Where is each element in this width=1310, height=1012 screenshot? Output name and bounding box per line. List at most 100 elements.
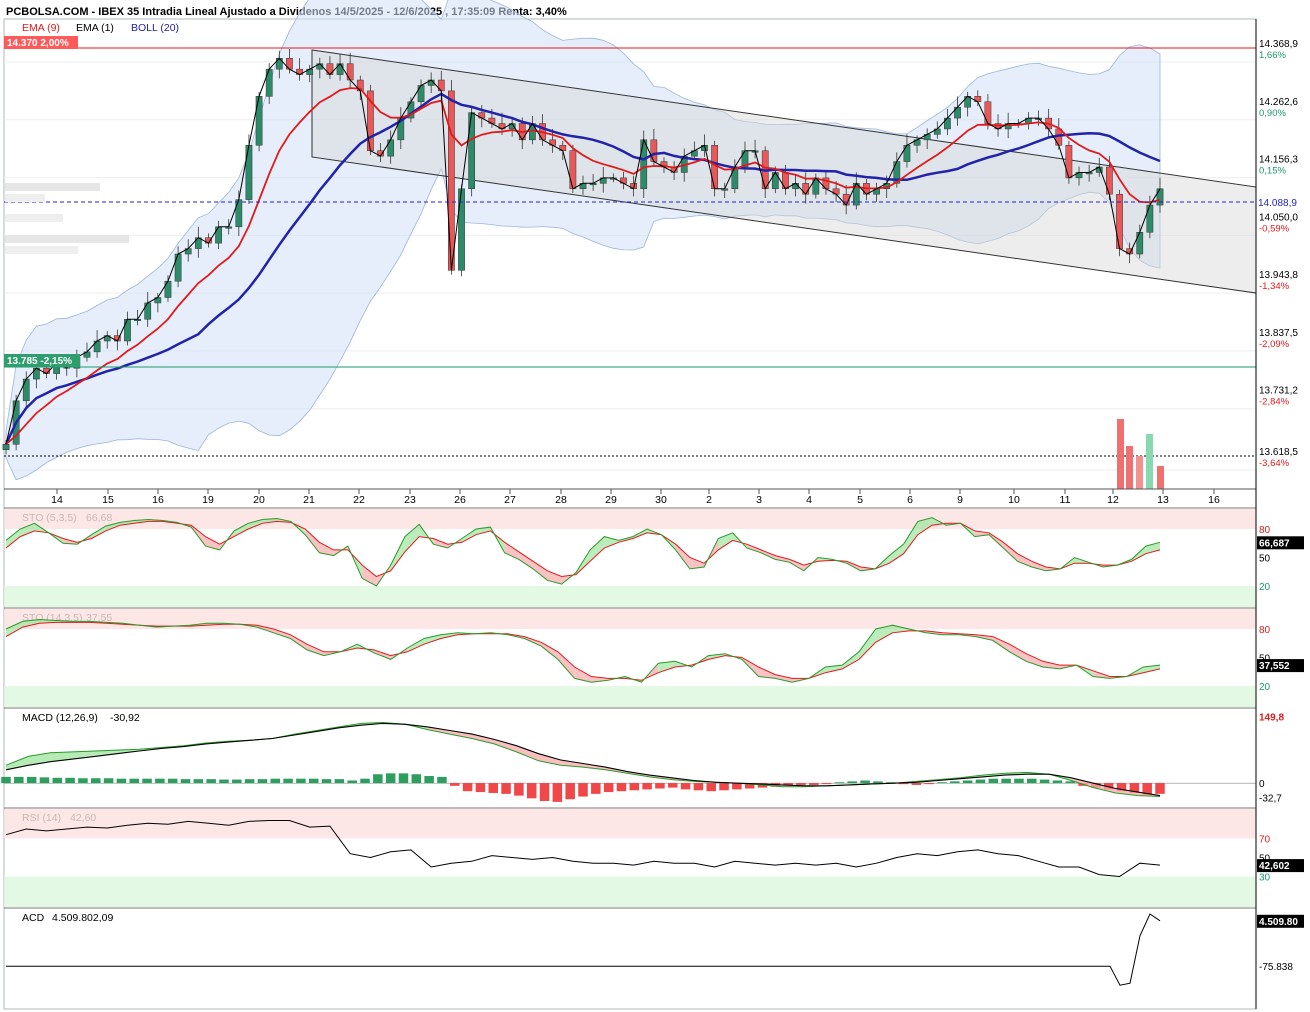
- macd-histogram-bar: [155, 778, 165, 784]
- macd-histogram-bar: [1052, 780, 1063, 784]
- macd-histogram-bar: [360, 778, 370, 784]
- macd-histogram-bar: [308, 778, 319, 784]
- y-tick-pct: 0,15%: [1259, 166, 1286, 177]
- macd-histogram-bar: [283, 778, 293, 784]
- macd-histogram-bar: [565, 783, 575, 800]
- y-tick-pct: 0,90%: [1259, 108, 1286, 119]
- candle-body: [387, 139, 395, 157]
- x-tick-label: 14: [51, 494, 63, 506]
- x-tick-label: 20: [253, 494, 265, 506]
- y-tick-label: 13.618,5: [1259, 447, 1298, 458]
- candle-body: [569, 150, 577, 190]
- level-label-lower: 13.785 -2,15%: [7, 356, 72, 367]
- candle-body: [255, 96, 263, 146]
- chart-canvas: PCBOLSA.COM - IBEX 35 Intradia Lineal Aj…: [0, 0, 1310, 1012]
- y-tick-pct: -2,84%: [1259, 397, 1290, 408]
- candle-body: [771, 172, 779, 190]
- last-value-label: 37,552: [1259, 661, 1290, 672]
- y-tick-label: 14.156,3: [1259, 155, 1298, 166]
- macd-histogram-bar: [616, 783, 627, 792]
- macd-histogram-bar: [591, 783, 601, 794]
- macd-histogram-bar: [924, 783, 934, 785]
- legend: EMA (9) EMA (1) BOLL (20): [22, 22, 179, 34]
- macd-histogram-bar: [950, 781, 960, 784]
- macd-histogram-bar: [411, 774, 422, 784]
- level-label-last: 14.088,9: [1258, 198, 1297, 209]
- macd-histogram-bar: [334, 779, 345, 784]
- macd-histogram-bar: [206, 779, 216, 784]
- x-tick-label: 30: [655, 494, 667, 506]
- candle-body: [903, 145, 911, 162]
- macd-histogram-bar: [347, 780, 357, 784]
- x-tick-label: 19: [202, 494, 214, 506]
- candle-body: [448, 90, 455, 271]
- x-tick-label: 23: [404, 494, 416, 506]
- macd-histogram-bar: [78, 778, 88, 784]
- macd-histogram-bar: [514, 783, 524, 796]
- macd-histogram-bar: [988, 778, 999, 784]
- y-tick-label: 13.731,2: [1259, 386, 1298, 397]
- candle-body: [782, 172, 789, 190]
- oversold-zone: [4, 586, 1256, 607]
- oversold-zone: [4, 876, 1256, 907]
- candle-body: [1136, 232, 1144, 255]
- macd-histogram-bar: [1014, 778, 1024, 784]
- x-tick-label: 5: [857, 494, 863, 506]
- y-tick-label: 14.368,9: [1259, 39, 1298, 50]
- candle-body: [22, 378, 30, 402]
- panel-title: ACD: [22, 912, 45, 924]
- macd-histogram-bar: [719, 783, 729, 791]
- panel-y-tick: 20: [1259, 582, 1271, 593]
- macd-histogram-bar: [552, 783, 563, 802]
- candle-body: [437, 79, 445, 92]
- macd-histogram-bar: [244, 779, 255, 784]
- panel-y-tick: -75.838: [1259, 962, 1293, 973]
- level-label-upper: 14.370 2,00%: [7, 38, 69, 49]
- y-tick-pct: -1,34%: [1259, 281, 1290, 292]
- y-tick-pct: -3,64%: [1259, 458, 1290, 469]
- x-tick-label: 28: [555, 494, 567, 506]
- candle-body: [731, 166, 739, 190]
- candle-body: [1146, 204, 1154, 233]
- candle-body: [174, 253, 182, 282]
- macd-histogram-bar: [578, 783, 588, 797]
- x-tick-label: 21: [303, 494, 315, 506]
- macd-histogram-bar: [450, 783, 460, 786]
- macd-histogram-bar: [321, 779, 332, 784]
- macd-histogram-bar: [270, 778, 281, 784]
- macd-histogram-bar: [373, 774, 383, 784]
- macd-histogram-bar: [1155, 783, 1165, 794]
- candle-body: [650, 139, 658, 162]
- candle-body: [215, 226, 222, 244]
- panel-y-tick: 50: [1259, 554, 1271, 565]
- y-tick-label: 14.262,6: [1259, 97, 1298, 108]
- macd-histogram-bar: [26, 776, 37, 784]
- x-tick-label: 22: [353, 494, 365, 506]
- macd-histogram-bar: [860, 780, 870, 784]
- candle-body: [640, 139, 648, 190]
- macd-histogram-bar: [834, 782, 845, 784]
- y-tick-label: 13.943,8: [1259, 270, 1298, 281]
- x-tick-label: 16: [1208, 494, 1220, 506]
- macd-histogram-bar: [629, 783, 640, 791]
- candle-body: [124, 319, 131, 342]
- candle-body: [458, 188, 465, 271]
- x-tick-label: 6: [907, 494, 913, 506]
- macd-histogram-bar: [706, 783, 716, 792]
- macd-histogram-bar: [52, 777, 63, 784]
- legend-ema1: EMA (1): [76, 22, 114, 34]
- macd-histogram-bar: [14, 776, 24, 784]
- macd-histogram-bar: [911, 783, 922, 785]
- macd-histogram-bar: [180, 779, 191, 784]
- macd-histogram-bar: [116, 778, 127, 784]
- macd-histogram-bar: [488, 783, 498, 793]
- candle-body: [245, 145, 253, 200]
- macd-histogram-bar: [873, 781, 883, 784]
- macd-histogram-bar: [1027, 778, 1037, 784]
- macd-histogram-bar: [962, 780, 973, 784]
- candle-body: [235, 199, 243, 228]
- macd-histogram-bar: [693, 783, 704, 791]
- macd-histogram-bar: [668, 783, 678, 788]
- macd-histogram-bar: [437, 776, 447, 784]
- macd-histogram-bar: [103, 778, 114, 784]
